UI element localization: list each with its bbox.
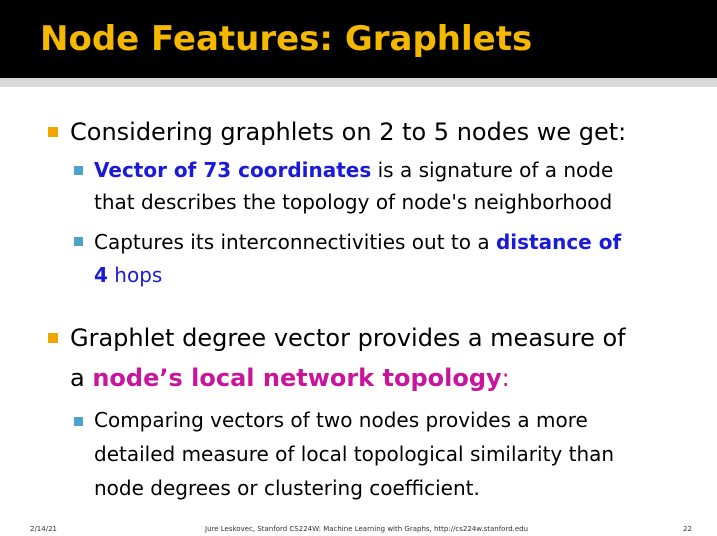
sub-bullet-3-line-3: node degrees or clustering coefficient.	[94, 476, 480, 500]
bullet-2-line-2: a node’s local network topology:	[70, 360, 510, 397]
footer-page-number: 22	[683, 525, 692, 533]
slide-title: Node Features: Graphlets	[40, 19, 533, 59]
footer-date: 2/14/21	[30, 525, 57, 533]
sub-bullet-square	[74, 417, 83, 426]
sub-bullet-1-line-2: that describes the topology of node's ne…	[94, 190, 613, 214]
sub-bullet-1-rest: is a signature of a node	[371, 158, 614, 182]
bullet-2-pre: a	[70, 364, 93, 392]
sub-bullet-2-post: hops	[107, 263, 163, 287]
title-rule	[0, 78, 717, 87]
highlight-distance: distance of	[495, 230, 622, 254]
bullet-square	[48, 127, 58, 137]
sub-bullet-square	[74, 237, 83, 246]
sub-bullet-2-line-2: 4 hops	[94, 259, 162, 291]
sub-bullet-square	[74, 166, 83, 175]
sub-bullet-2-pre: Captures its interconnectivities out to …	[94, 230, 496, 254]
title-bar: Node Features: Graphlets	[0, 0, 717, 78]
footer-credit: Jure Leskovec, Stanford CS224W: Machine …	[205, 525, 529, 533]
bullet-square	[48, 333, 58, 343]
sub-bullet-2-line-1: Captures its interconnectivities out to …	[94, 226, 621, 258]
bullet-2-line-1: Graphlet degree vector provides a measur…	[70, 324, 626, 352]
highlight-distance-number: 4	[94, 263, 108, 287]
sub-bullet-1-line-1: Vector of 73 coordinates is a signature …	[94, 154, 613, 186]
bullet-1-text: Considering graphlets on 2 to 5 nodes we…	[70, 118, 627, 146]
bullet-2-colon: :	[501, 364, 510, 392]
sub-bullet-3-line-1: Comparing vectors of two nodes provides …	[94, 408, 588, 432]
highlight-vector: Vector of 73 coordinates	[94, 158, 372, 182]
sub-bullet-3-line-2: detailed measure of local topological si…	[94, 442, 615, 466]
highlight-topology: node’s local network topology	[92, 364, 502, 392]
